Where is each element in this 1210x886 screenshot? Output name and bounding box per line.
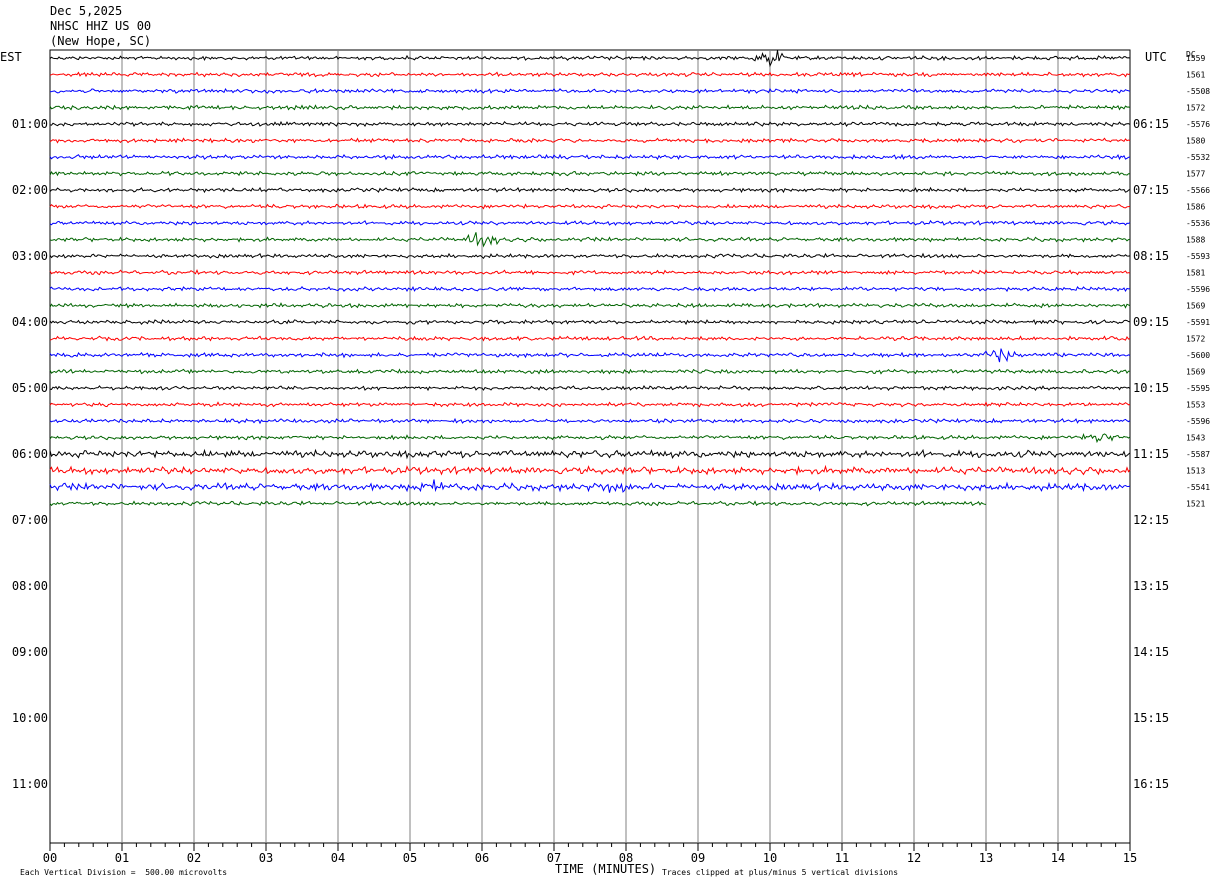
dc-offset-label: 1577 [1186, 170, 1205, 179]
seismic-trace [49, 432, 1131, 444]
dc-offset-label: 1561 [1186, 71, 1205, 80]
hour-label-left: 03:00 [12, 249, 48, 263]
hour-label-right: 06:15 [1133, 117, 1169, 131]
seismic-trace [49, 170, 1130, 177]
hour-label-right: 12:15 [1133, 513, 1169, 527]
dc-offset-label: 1572 [1186, 335, 1205, 344]
hour-label-right: 14:15 [1133, 645, 1169, 659]
hour-label-left: 01:00 [12, 117, 48, 131]
seismic-trace [49, 104, 1131, 111]
seismic-trace [49, 137, 1131, 144]
hour-label-right: 09:15 [1133, 315, 1169, 329]
x-tick-label: 13 [979, 851, 993, 865]
footer-clip-note: Traces clipped at plus/minus 5 vertical … [662, 868, 899, 877]
dc-offset-label: 1543 [1186, 434, 1205, 443]
seismic-trace [49, 479, 1131, 493]
x-tick-label: 02 [187, 851, 201, 865]
x-tick-label: 06 [475, 851, 489, 865]
dc-offset-label: -5593 [1186, 252, 1210, 261]
seismic-trace [49, 464, 1131, 476]
hour-label-right: 10:15 [1133, 381, 1169, 395]
hour-label-right: 08:15 [1133, 249, 1169, 263]
dc-offset-label: 1559 [1186, 54, 1205, 63]
dc-offset-label: 1580 [1186, 137, 1205, 146]
hour-label-left: 09:00 [12, 645, 48, 659]
dc-offset-label: 1586 [1186, 203, 1205, 212]
dc-offset-label: -5536 [1186, 219, 1210, 228]
seismic-trace [49, 348, 1131, 363]
hour-label-right: 11:15 [1133, 447, 1169, 461]
seismic-trace [49, 285, 1131, 293]
seismic-trace [49, 186, 1131, 194]
dc-offset-label: -5576 [1186, 120, 1210, 129]
x-tick-label: 11 [835, 851, 849, 865]
x-tick-label: 12 [907, 851, 921, 865]
x-tick-label: 03 [259, 851, 273, 865]
dc-offset-label: 1553 [1186, 401, 1205, 410]
plot-frame [49, 49, 1131, 844]
x-tick-label: 15 [1123, 851, 1137, 865]
x-tick-label: 05 [403, 851, 417, 865]
seismic-trace [49, 252, 1131, 259]
seismic-trace [49, 71, 1131, 78]
helicorder-chart: 00 01 02 03 04 05 06 07 08 09 10 11 12 13 14 1501:0002:… [12, 49, 1210, 865]
seismic-trace [49, 50, 1131, 68]
dc-offset-label: 1581 [1186, 269, 1205, 278]
seismic-trace [49, 368, 1130, 375]
hour-label-left: 10:00 [12, 711, 48, 725]
dc-offset-label: 1521 [1186, 500, 1205, 509]
hour-label-left: 04:00 [12, 315, 48, 329]
dc-offset-label: -5541 [1186, 483, 1210, 492]
seismic-trace [49, 448, 1131, 460]
seismic-trace [49, 219, 1131, 226]
footer-scale-note: Each Vertical Division = 500.00 microvol… [20, 868, 228, 877]
hour-label-left: 11:00 [12, 777, 48, 791]
hour-label-right: 16:15 [1133, 777, 1169, 791]
dc-offset-label: -5595 [1186, 384, 1210, 393]
dc-offset-label: -5532 [1186, 153, 1210, 162]
dc-offset-label: -5566 [1186, 186, 1210, 195]
hour-label-left: 05:00 [12, 381, 48, 395]
seismic-trace [49, 269, 1131, 276]
x-axis-title: TIME (MINUTES) [555, 862, 657, 876]
dc-offset-label: -5587 [1186, 450, 1210, 459]
x-tick-label: 00 [43, 851, 57, 865]
dc-offset-label: 1513 [1186, 467, 1205, 476]
dc-offset-label: -5596 [1186, 417, 1210, 426]
x-tick-label: 04 [331, 851, 345, 865]
dc-offset-label: 1588 [1186, 236, 1205, 245]
seismic-trace [49, 319, 1131, 326]
seismic-trace [49, 87, 1131, 95]
seismic-trace [49, 203, 1131, 210]
seismic-trace [49, 153, 1131, 161]
dc-offset-label: 1572 [1186, 104, 1205, 113]
x-tick-label: 14 [1051, 851, 1065, 865]
seismic-trace [49, 500, 987, 507]
hour-label-left: 08:00 [12, 579, 48, 593]
dc-offset-label: -5508 [1186, 87, 1210, 96]
seismic-trace [49, 302, 1131, 309]
seismic-trace [49, 232, 1131, 248]
seismic-trace [49, 401, 1131, 408]
hour-label-right: 07:15 [1133, 183, 1169, 197]
dc-offset-label: -5600 [1186, 351, 1210, 360]
x-tick-label: 10 [763, 851, 777, 865]
hour-label-left: 07:00 [12, 513, 48, 527]
hour-label-left: 06:00 [12, 447, 48, 461]
dc-offset-label: -5596 [1186, 285, 1210, 294]
x-tick-label: 09 [691, 851, 705, 865]
hour-label-right: 15:15 [1133, 711, 1169, 725]
dc-offset-label: 1569 [1186, 302, 1205, 311]
seismic-trace [49, 335, 1131, 342]
seismic-trace [49, 120, 1131, 128]
hour-label-left: 02:00 [12, 183, 48, 197]
hour-label-right: 13:15 [1133, 579, 1169, 593]
seismic-trace [49, 417, 1131, 425]
seismic-trace [49, 385, 1131, 392]
x-tick-label: 01 [115, 851, 129, 865]
dc-offset-label: -5591 [1186, 318, 1210, 327]
dc-offset-label: 1569 [1186, 368, 1205, 377]
